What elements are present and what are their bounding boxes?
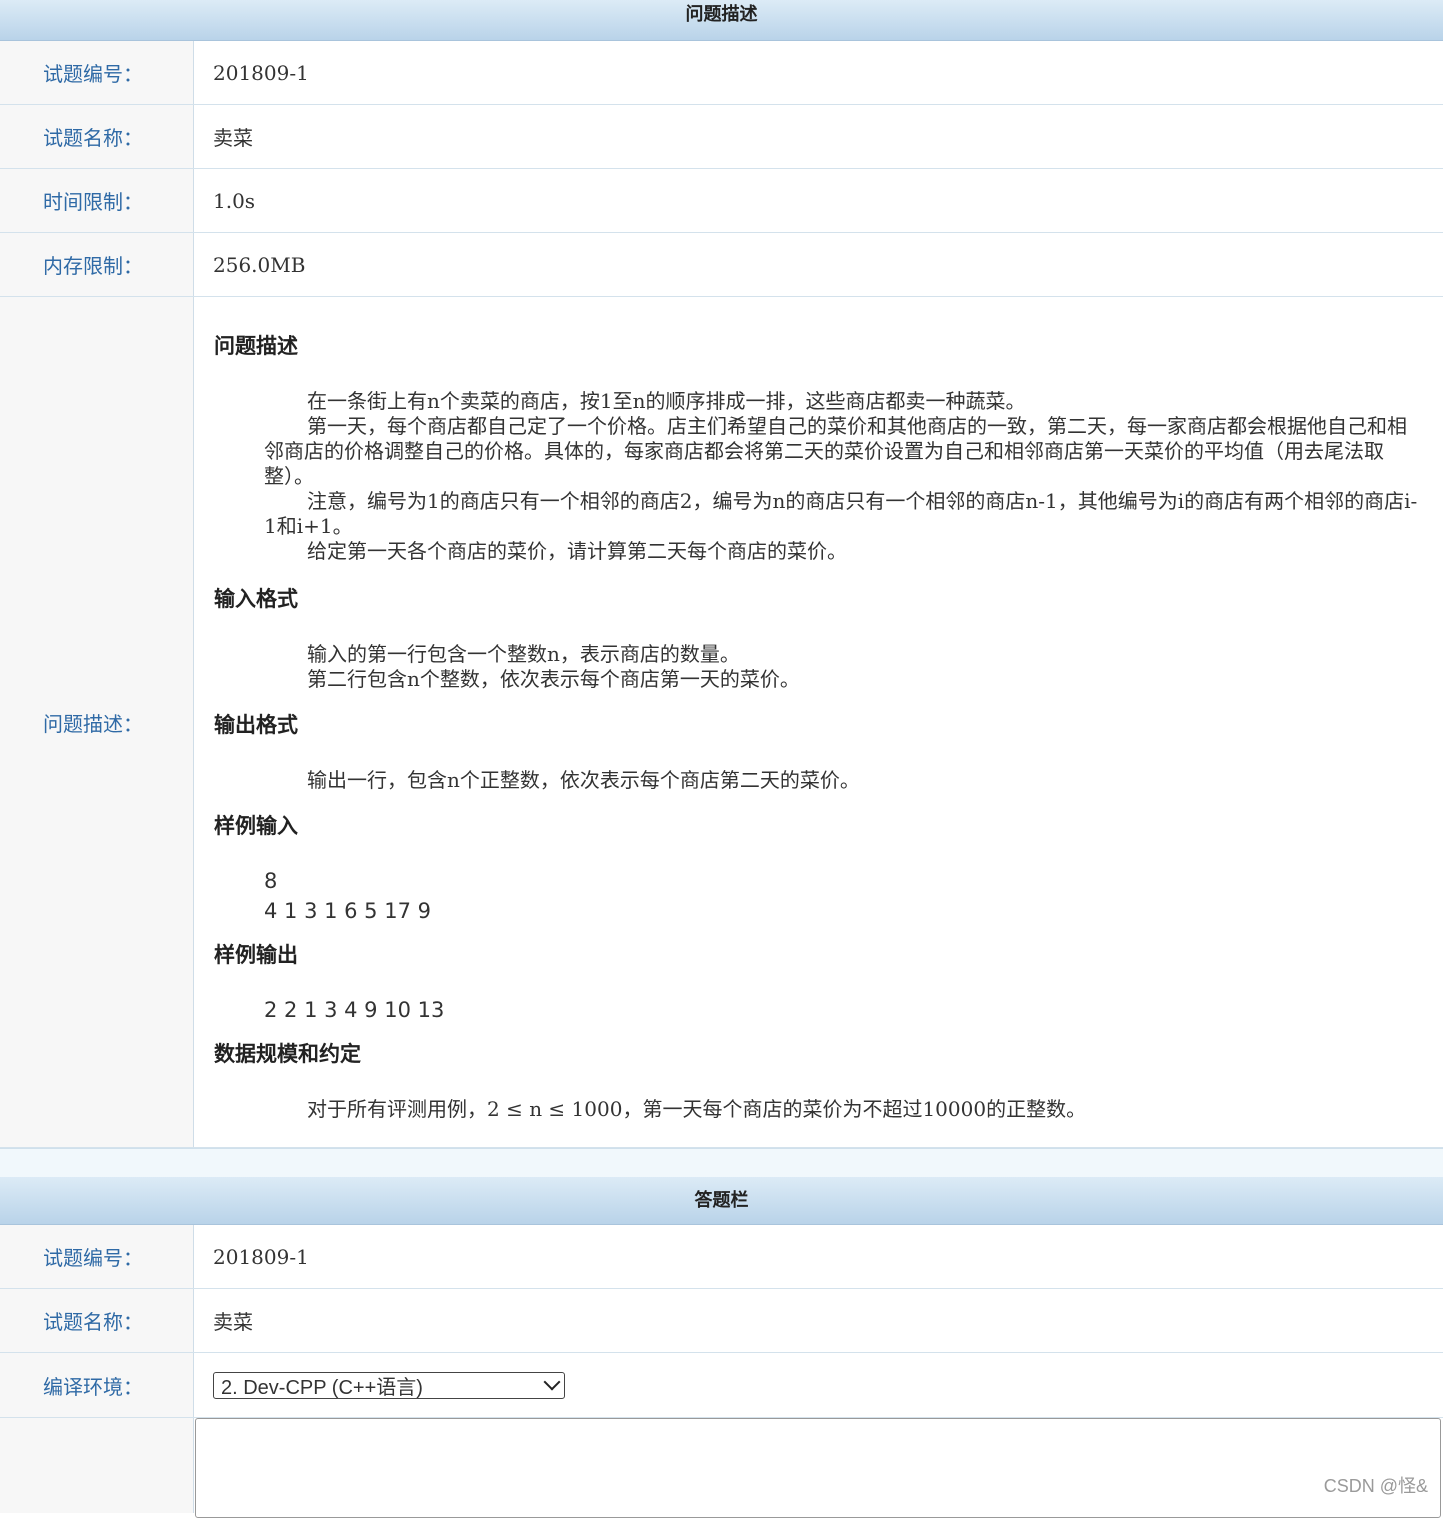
data-scale-paragraph: 对于所有评测用例，2 ≤ n ≤ 1000，第一天每个商店的菜价为不超过1000… [307, 1097, 1087, 1121]
input-format-paragraphs: 输入的第一行包含一个整数n，表示商店的数量。 第二行包含n个整数，依次表示每个商… [214, 642, 1423, 692]
problem-id-value: 201809-1 [213, 60, 309, 85]
sample-output-line: 2 2 1 3 4 9 10 13 [264, 998, 445, 1022]
time-limit-value: 1.0s [213, 188, 256, 213]
section-gap [0, 1148, 1443, 1177]
heading-problem: 问题描述 [214, 333, 298, 358]
compile-env-cell: 2. Dev-CPP (C++语言) [194, 1353, 1443, 1417]
input-paragraph: 第二行包含n个整数，依次表示每个商店第一天的菜价。 [307, 667, 800, 691]
problem-name-label: 试题名称： [0, 105, 194, 168]
compile-env-select[interactable]: 2. Dev-CPP (C++语言) [213, 1371, 565, 1399]
code-editor-textarea[interactable] [195, 1418, 1441, 1518]
answer-id-value: 201809-1 [213, 1244, 309, 1269]
problem-paragraph: 在一条街上有n个卖菜的商店，按1至n的顺序排成一排，这些商店都卖一种蔬菜。 [307, 389, 1026, 413]
problem-name-value: 卖菜 [213, 126, 253, 150]
answer-name-label: 试题名称： [0, 1289, 194, 1352]
problem-id-label: 试题编号： [0, 41, 194, 104]
code-editor-wrap [194, 1418, 1443, 1518]
compile-env-row: 编译环境： 2. Dev-CPP (C++语言) [0, 1353, 1443, 1418]
problem-description-label: 问题描述： [0, 297, 194, 1147]
data-scale-paragraphs: 对于所有评测用例，2 ≤ n ≤ 1000，第一天每个商店的菜价为不超过1000… [214, 1097, 1423, 1122]
memory-limit-value: 256.0MB [213, 252, 306, 277]
problem-id-row: 试题编号： 201809-1 [0, 41, 1443, 105]
memory-limit-label: 内存限制： [0, 233, 194, 296]
answer-id-label: 试题编号： [0, 1225, 194, 1288]
memory-limit-row: 内存限制： 256.0MB [0, 233, 1443, 297]
answer-name-value: 卖菜 [213, 1310, 253, 1334]
problem-description-row: 问题描述： 问题描述 在一条街上有n个卖菜的商店，按1至n的顺序排成一排，这些商… [0, 297, 1443, 1148]
time-limit-label: 时间限制： [0, 169, 194, 232]
heading-sample-output: 样例输出 [214, 942, 298, 967]
problem-paragraph: 给定第一天各个商店的菜价，请计算第二天每个商店的菜价。 [307, 539, 847, 563]
compile-env-label: 编译环境： [0, 1353, 194, 1417]
answer-section-title: 答题栏 [694, 1190, 749, 1211]
code-editor-label [0, 1418, 194, 1513]
problem-paragraphs: 在一条街上有n个卖菜的商店，按1至n的顺序排成一排，这些商店都卖一种蔬菜。 第一… [214, 389, 1423, 564]
chevron-down-icon [543, 1373, 561, 1391]
sample-input-line-2: 4 1 3 1 6 5 17 9 [264, 899, 431, 923]
problem-paragraph: 注意，编号为1的商店只有一个相邻的商店2，编号为n的商店只有一个相邻的商店n-1… [264, 489, 1418, 538]
watermark: CSDN @怪& [1323, 1476, 1428, 1496]
problem-section-header: 问题描述 [0, 0, 1443, 41]
problem-paragraph: 第一天，每个商店都自己定了一个价格。店主们希望自己的菜价和其他商店的一致，第二天… [264, 414, 1407, 488]
code-editor-row [0, 1418, 1443, 1518]
heading-data-scale: 数据规模和约定 [214, 1041, 361, 1066]
time-limit-row: 时间限制： 1.0s [0, 169, 1443, 233]
heading-sample-input: 样例输入 [214, 813, 298, 838]
answer-id-row: 试题编号： 201809-1 [0, 1225, 1443, 1289]
problem-section-title: 问题描述 [685, 4, 758, 25]
output-paragraph: 输出一行，包含n个正整数，依次表示每个商店第二天的菜价。 [307, 768, 860, 792]
input-paragraph: 输入的第一行包含一个整数n，表示商店的数量。 [307, 642, 740, 666]
answer-section-header: 答题栏 [0, 1177, 1443, 1225]
problem-description-body: 问题描述 在一条街上有n个卖菜的商店，按1至n的顺序排成一排，这些商店都卖一种蔬… [194, 297, 1443, 1147]
heading-output-format: 输出格式 [214, 712, 298, 737]
heading-input-format: 输入格式 [214, 586, 298, 611]
sample-input-line-1: 8 [264, 869, 278, 893]
compile-env-selected: 2. Dev-CPP (C++语言) [221, 1376, 423, 1399]
problem-name-row: 试题名称： 卖菜 [0, 105, 1443, 169]
answer-name-row: 试题名称： 卖菜 [0, 1289, 1443, 1353]
output-format-paragraphs: 输出一行，包含n个正整数，依次表示每个商店第二天的菜价。 [214, 768, 1423, 793]
